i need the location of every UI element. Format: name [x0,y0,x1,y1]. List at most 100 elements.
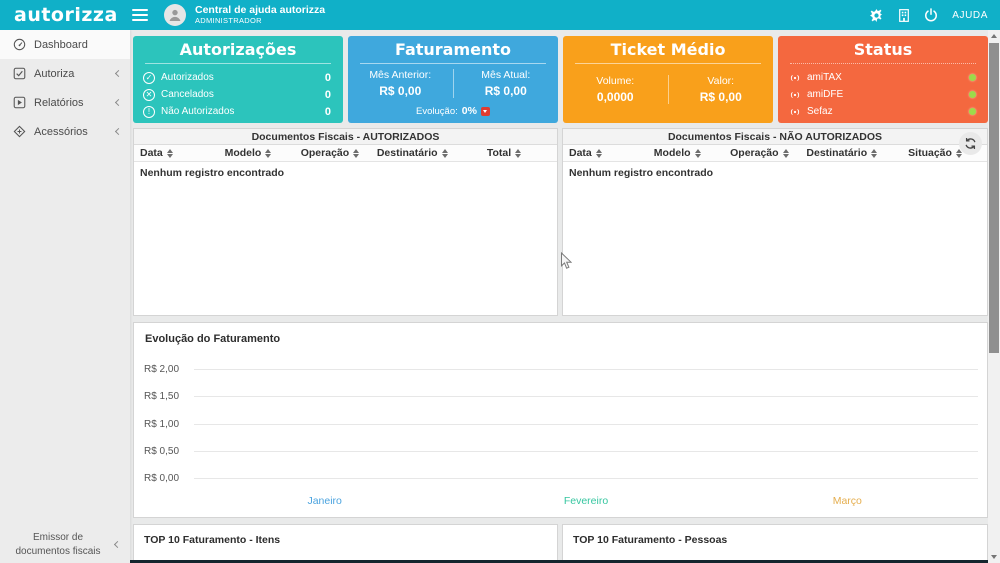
sidebar-item-acessorios[interactable]: Acessórios [0,117,130,146]
sidebar-footer-label: Emissor de documentos fiscais [15,532,101,557]
column-header-destinatario[interactable]: Destinatário [800,147,902,159]
diamond-icon [13,125,26,138]
scrollbar-thumb[interactable] [989,43,999,353]
sort-icon [595,148,602,158]
chevron-left-icon [114,98,123,107]
gridline [194,451,978,453]
sidebar-item-label: Acessórios [34,125,88,138]
report-icon [13,96,26,109]
volume-label: Volume: [596,75,635,87]
service-name: Sefaz [807,106,833,117]
help-center-title: Central de ajuda autorizza [195,4,326,17]
status-online-dot [969,74,976,81]
divider [575,63,761,64]
summary-cards-row: Autorizações ✓ Autorizados 0 ✕ Cancelado… [133,36,988,123]
top10-itens-panel: TOP 10 Faturamento - Itens [133,524,558,563]
gridline [194,369,978,371]
gauge-icon [13,38,26,51]
stat-label: Não Autorizados [161,106,235,117]
service-row-sefaz: Sefaz [778,103,988,120]
stat-row-nao-autorizados: ! Não Autorizados 0 [133,103,343,120]
cancel-circle-icon: ✕ [143,88,155,101]
y-tick-label: R$ 0,50 [144,446,180,458]
sidebar-item-label: Autoriza [34,67,75,80]
person-icon [169,9,181,21]
column-header-operacao[interactable]: Operação [724,147,800,159]
top-header-bar: autorizza Central de ajuda autorizza ADM… [0,0,1000,30]
previous-month-label: Mês Anterior: [369,69,432,81]
y-tick-label: R$ 1,00 [144,418,180,430]
building-icon[interactable] [898,8,910,23]
app-logo: autorizza [14,4,118,26]
chevron-left-icon [113,540,122,549]
valor-label: Valor: [707,75,735,87]
column-header-destinatario[interactable]: Destinatário [371,147,481,159]
column-header-operacao[interactable]: Operação [295,147,371,159]
gear-icon[interactable] [869,8,884,23]
volume-block: Volume: 0,0000 [563,75,668,104]
sort-icon [515,148,522,158]
hamburger-menu-icon[interactable] [132,9,148,21]
current-month-value: R$ 0,00 [484,84,527,98]
panel-title: TOP 10 Faturamento - Pessoas [573,534,728,546]
x-tick-label-fevereiro: Fevereiro [563,495,609,507]
column-header-modelo[interactable]: Modelo [219,147,295,159]
user-role-label: ADMINISTRADOR [195,15,262,25]
stat-label: Autorizados [161,72,214,83]
card-title: Autorizações [179,40,297,59]
service-name: amiTAX [807,72,842,83]
stat-value: 0 [324,71,331,84]
volume-value: 0,0000 [596,90,634,104]
exclamation-circle-icon: ! [143,105,155,118]
gridline [194,423,978,425]
previous-month-value: R$ 0,00 [379,84,422,98]
refresh-button[interactable] [959,132,982,155]
card-autorizacoes: Autorizações ✓ Autorizados 0 ✕ Cancelado… [133,36,343,123]
scroll-down-arrow-icon[interactable] [988,551,1000,563]
user-avatar[interactable] [164,4,186,26]
ajuda-link[interactable]: AJUDA [952,10,988,21]
sidebar-item-dashboard[interactable]: Dashboard [0,30,130,59]
chart-gridlines: R$ 2,00 R$ 1,50 R$ 1,00 R$ 0,50 R$ 0,00 [144,356,978,492]
previous-month-block: Mês Anterior: R$ 0,00 [348,69,453,98]
chevron-left-icon [114,69,123,78]
evolution-value: 0% [461,105,477,117]
power-icon[interactable] [924,8,938,22]
valor-value: R$ 0,00 [699,90,742,104]
table-title: Documentos Fiscais - NÃO AUTORIZADOS [563,129,987,145]
chart-title: Evolução do Faturamento [145,333,281,345]
chevron-left-icon [114,127,123,136]
divider [145,63,331,64]
stat-row-autorizados: ✓ Autorizados 0 [133,69,343,86]
x-tick-label-marco: Março [832,495,862,507]
chart-x-axis-labels: Janeiro Fevereiro Março [194,495,978,507]
valor-block: Valor: R$ 0,00 [669,75,774,104]
sidebar-item-autoriza[interactable]: Autoriza [0,59,130,88]
column-header-total[interactable]: Total [481,147,557,159]
vertical-scrollbar[interactable] [988,30,1000,563]
stat-row-cancelados: ✕ Cancelados 0 [133,86,343,103]
sidebar-item-relatorios[interactable]: Relatórios [0,88,130,117]
column-header-data[interactable]: Data [563,147,648,159]
divider [360,63,546,64]
card-faturamento: Faturamento Mês Anterior: R$ 0,00 Mês At… [348,36,558,123]
scroll-up-arrow-icon[interactable] [988,30,1000,42]
empty-table-message: Nenhum registro encontrado [140,167,285,179]
column-header-data[interactable]: Data [134,147,219,159]
sidebar-item-label: Relatórios [34,96,84,109]
sort-icon [265,148,272,158]
signal-icon [790,108,800,115]
top10-pessoas-panel: TOP 10 Faturamento - Pessoas [562,524,988,563]
signal-icon [790,91,800,98]
service-row-amidfe: amiDFE [778,86,988,103]
column-header-modelo[interactable]: Modelo [648,147,724,159]
checkbox-icon [13,67,26,80]
status-online-dot [969,108,976,115]
sidebar-footer-toggle[interactable]: Emissor de documentos fiscais [0,531,130,558]
help-center-user-block[interactable]: Central de ajuda autorizza ADMINISTRADOR [195,5,325,25]
service-name: amiDFE [807,89,844,100]
y-tick-label: R$ 1,50 [144,391,180,403]
card-title: Status [853,40,913,59]
card-status: Status amiTAX amiDFE Sefaz [778,36,988,123]
stat-label: Cancelados [161,89,214,100]
